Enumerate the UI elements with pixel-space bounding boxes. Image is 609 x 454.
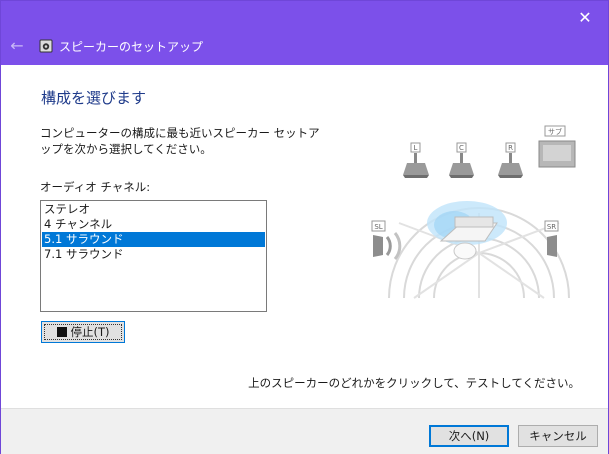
page-description: コンピューターの構成に最も近いスピーカー セットアップを次から選択してください。 [40,126,320,156]
audio-channels-listbox[interactable]: ステレオ 4 チャンネル 5.1 サラウンド 7.1 サラウンド [40,200,267,312]
speaker-left[interactable]: L [403,142,429,178]
window-title: スピーカーのセットアップ [59,40,204,54]
next-button[interactable]: 次へ(N) [429,425,509,447]
speaker-setup-window: ✕ ← スピーカーのセットアップ 構成を選びます コンピューターの構成に最も近い… [0,0,609,454]
list-item-5-1-surround[interactable]: 5.1 サラウンド [42,232,265,247]
speaker-sl-label: SL [374,223,382,231]
speaker-app-icon [39,39,53,53]
cancel-button[interactable]: キャンセル [518,425,598,447]
wizard-content: 構成を選びます コンピューターの構成に最も近いスピーカー セットアップを次から選… [1,65,608,408]
speaker-right-label: R [508,144,513,152]
speaker-sub-label: サブ [548,127,562,136]
test-hint: 上のスピーカーのどれかをクリックして、テストしてください。 [248,376,580,390]
back-arrow-icon[interactable]: ← [7,37,27,55]
title-bar: ✕ ← スピーカーのセットアップ [1,1,608,65]
list-item-7-1-surround[interactable]: 7.1 サラウンド [42,247,265,262]
list-item-stereo[interactable]: ステレオ [42,202,265,217]
stop-button-label: 停止(T) [70,325,110,339]
speaker-right[interactable]: R [498,142,523,178]
speaker-center-label: C [459,144,464,152]
page-heading: 構成を選びます [41,89,147,107]
stop-icon [56,327,67,337]
speaker-center[interactable]: C [449,142,474,178]
speaker-surround-left[interactable]: SL [371,220,402,260]
close-icon[interactable]: ✕ [562,1,608,33]
stop-button[interactable]: 停止(T) [41,321,125,343]
speaker-subwoofer[interactable]: サブ [538,125,576,168]
speaker-diagram: L C R サブ SL SR [371,125,576,299]
wizard-footer: 次へ(N) キャンセル [1,408,608,454]
speaker-left-label: L [414,144,418,152]
speaker-sr-label: SR [547,223,556,231]
channels-label: オーディオ チャネル: [40,180,151,194]
list-item-4ch[interactable]: 4 チャンネル [42,217,265,232]
